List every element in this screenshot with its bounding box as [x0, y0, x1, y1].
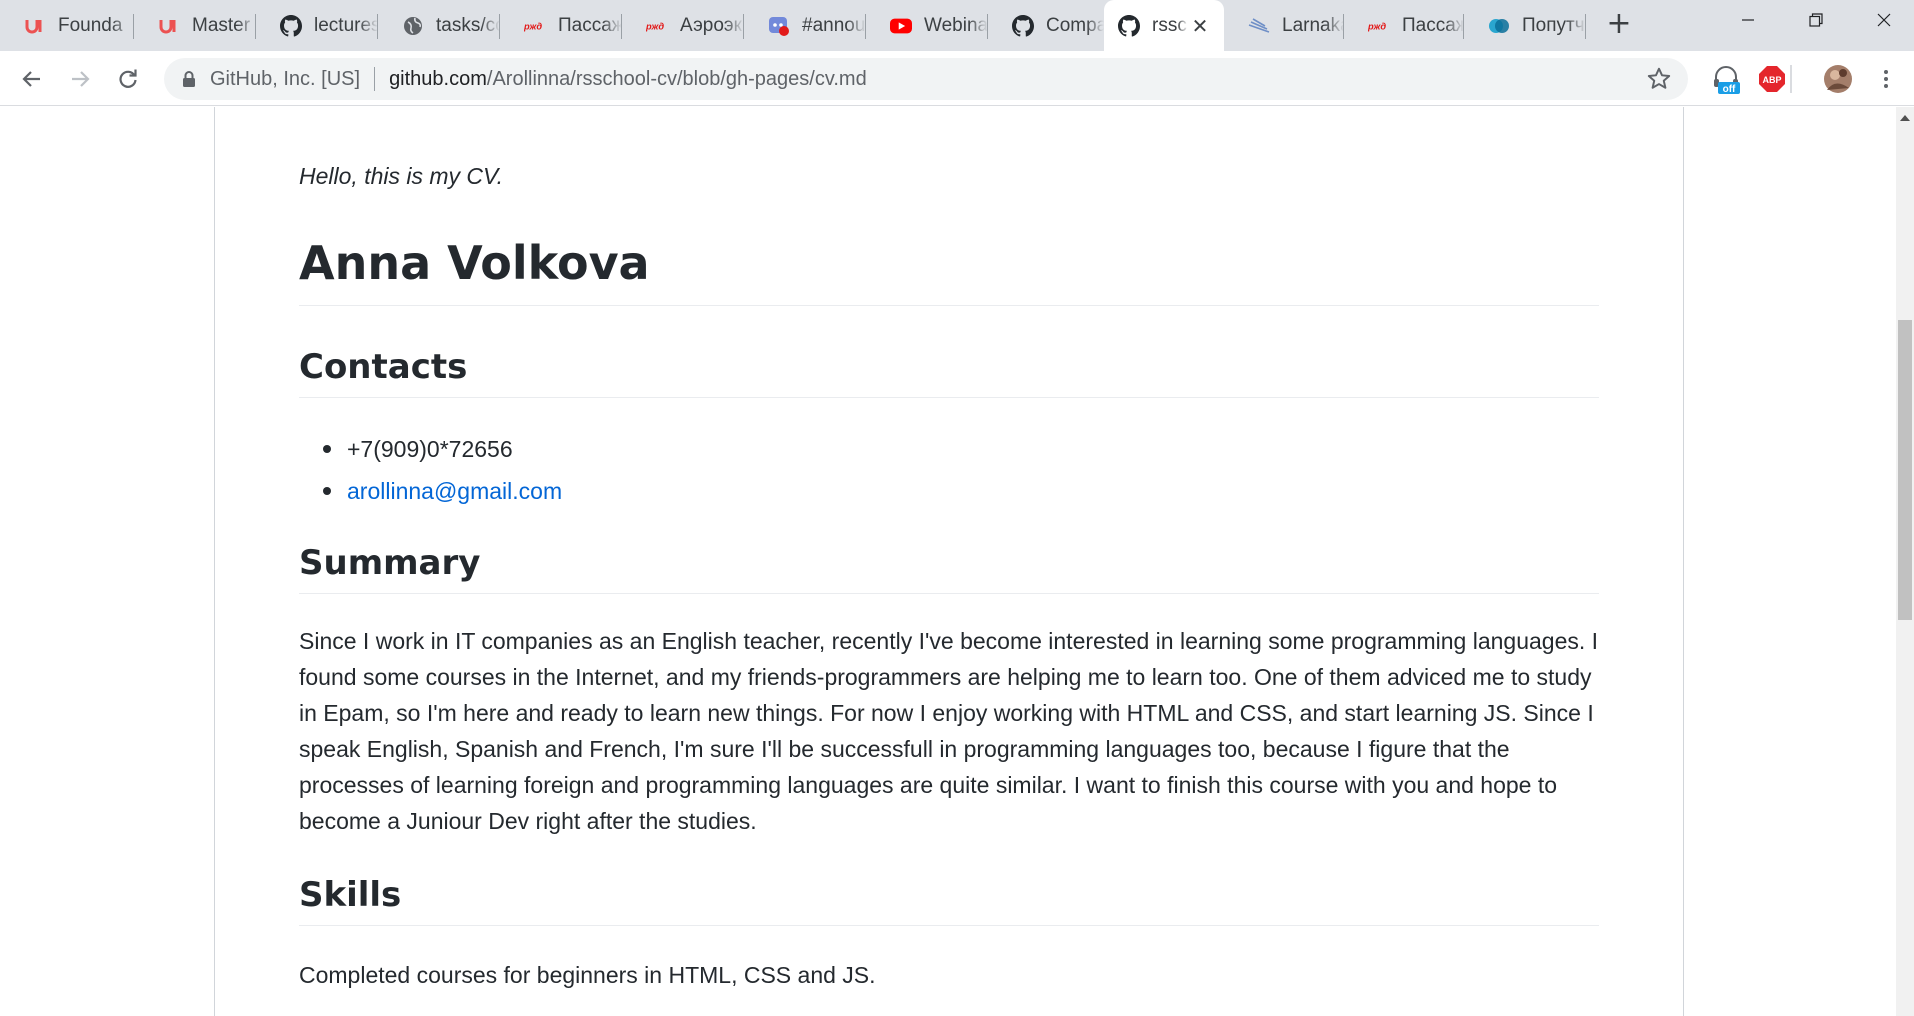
- close-icon: [1877, 13, 1891, 27]
- arrow-left-icon: [22, 71, 40, 87]
- tab-founda[interactable]: Founda: [0, 0, 134, 51]
- tab-title: Master: [192, 14, 251, 36]
- svg-text:ржд: ржд: [646, 21, 664, 31]
- phone-text: +7(909)0*72656: [347, 436, 513, 462]
- avatar: [1824, 65, 1852, 93]
- rzd-icon: ржд: [1368, 15, 1390, 37]
- page-scrollbar[interactable]: [1896, 107, 1914, 1016]
- abp-icon: ABP: [1759, 66, 1785, 92]
- headset-icon: off: [1714, 66, 1740, 95]
- url-text[interactable]: github.com/Arollinna/rsschool-cv/blob/gh…: [389, 68, 867, 91]
- url-host: github.com: [389, 67, 487, 90]
- github-icon: [1118, 14, 1140, 37]
- tab-compare[interactable]: Compa: [988, 0, 1104, 51]
- tab-title: Compa: [1046, 14, 1104, 36]
- udemy-icon: [158, 15, 180, 37]
- tab-title: #annou: [802, 14, 866, 36]
- arrow-right-icon: [72, 71, 90, 87]
- profile-avatar-button[interactable]: [1822, 63, 1854, 95]
- extension-off-button[interactable]: off: [1710, 63, 1742, 95]
- address-bar[interactable]: GitHub, Inc. [US] github.com/Arollinna/r…: [164, 58, 1688, 100]
- more-vert-icon: [1884, 70, 1888, 88]
- tab-title: Founda: [58, 14, 123, 36]
- adblock-plus-button[interactable]: ABP: [1756, 63, 1788, 95]
- abp-label: ABP: [1762, 75, 1781, 85]
- tab-aeroexpress[interactable]: ржд Аэроэкс: [622, 0, 744, 51]
- tab-title: Larnaka: [1282, 14, 1344, 36]
- tab-title: Пассаж: [1402, 14, 1464, 36]
- scrollbar-thumb[interactable]: [1898, 320, 1912, 620]
- tab-separator: [1585, 14, 1586, 39]
- tab-webinar[interactable]: Webina: [866, 0, 988, 51]
- scroll-up-arrow-icon[interactable]: [1900, 115, 1910, 121]
- tab-close-icon[interactable]: ✕: [1188, 14, 1212, 38]
- site-identity[interactable]: GitHub, Inc. [US]: [210, 68, 360, 91]
- tab-title: Webina: [924, 14, 988, 36]
- plane-icon: [1248, 15, 1270, 37]
- back-button[interactable]: [14, 61, 50, 97]
- extension-off-label: off: [1723, 84, 1736, 95]
- email-link[interactable]: arollinna@gmail.com: [347, 478, 562, 504]
- contacts-heading: Contacts: [299, 346, 1599, 398]
- tab-master[interactable]: Master: [134, 0, 256, 51]
- youtube-icon: [890, 15, 912, 37]
- restore-icon: [1809, 13, 1823, 27]
- tab-rsschool-cv[interactable]: rssc ✕: [1104, 0, 1224, 51]
- tab-title: tasks/cc: [436, 14, 500, 36]
- tab-title: Аэроэкс: [680, 14, 744, 36]
- close-window-button[interactable]: [1856, 8, 1912, 38]
- omnibox-divider: [374, 67, 376, 91]
- browser-menu-button[interactable]: [1870, 63, 1902, 95]
- tab-title: lectures: [314, 14, 378, 36]
- tab-announcements[interactable]: #annou: [744, 0, 866, 51]
- list-item-phone: +7(909)0*72656: [299, 428, 562, 470]
- summary-text: Since I work in IT companies as an Engli…: [299, 628, 1599, 834]
- svg-text:ржд: ржд: [1368, 21, 1386, 31]
- tab-strip: Founda Master lectures tasks/cc ржд Пасс…: [0, 0, 1914, 51]
- skills-heading: Skills: [299, 874, 1599, 926]
- discord-icon: [768, 15, 790, 37]
- svg-text:ржд: ржд: [524, 21, 542, 31]
- tab-tasks[interactable]: tasks/cc: [378, 0, 500, 51]
- url-path: /Arollinna/rsschool-cv/blob/gh-pages/cv.…: [486, 67, 867, 90]
- globe-icon: [402, 15, 424, 37]
- tab-larnaka[interactable]: Larnaka: [1224, 0, 1344, 51]
- tab-lectures[interactable]: lectures: [256, 0, 378, 51]
- page-title: Anna Volkova: [299, 235, 1599, 306]
- contacts-list: +7(909)0*72656 arollinna@gmail.com: [299, 428, 562, 512]
- lock-icon: [183, 71, 195, 87]
- toolbar-divider: [1790, 65, 1792, 93]
- rzd-icon: ржд: [524, 15, 546, 37]
- rzd-icon: ржд: [646, 15, 668, 37]
- udemy-icon: [24, 15, 46, 37]
- minimize-icon: [1742, 19, 1754, 21]
- tab-title: Пассаж: [558, 14, 622, 36]
- summary-heading: Summary: [299, 542, 1599, 594]
- github-icon: [280, 14, 302, 37]
- minimize-button[interactable]: [1720, 8, 1776, 38]
- browser-toolbar: GitHub, Inc. [US] github.com/Arollinna/r…: [0, 51, 1914, 106]
- new-tab-button[interactable]: +: [1604, 9, 1634, 40]
- reload-button[interactable]: [110, 61, 146, 97]
- list-item-email: arollinna@gmail.com: [299, 470, 562, 512]
- page-viewport: Hello, this is my CV. Anna Volkova Conta…: [0, 107, 1896, 1016]
- tab-poputchik[interactable]: Попутч: [1464, 0, 1586, 51]
- reload-icon: [119, 69, 137, 88]
- tab-title: rssc: [1152, 14, 1187, 36]
- tab-passazh-1[interactable]: ржд Пассаж: [500, 0, 622, 51]
- skills-text: Completed courses for beginners in HTML,…: [299, 962, 876, 988]
- tab-passazh-2[interactable]: ржд Пассаж: [1344, 0, 1464, 51]
- markdown-file-container: Hello, this is my CV. Anna Volkova Conta…: [214, 107, 1684, 1016]
- bookmark-star-icon[interactable]: [1646, 66, 1672, 92]
- github-icon: [1012, 14, 1034, 37]
- restore-button[interactable]: [1788, 8, 1844, 38]
- forward-button[interactable]: [62, 61, 98, 97]
- intro-text: Hello, this is my CV.: [299, 163, 504, 189]
- blablacar-icon: [1488, 15, 1510, 37]
- tab-title: Попутч: [1522, 14, 1585, 36]
